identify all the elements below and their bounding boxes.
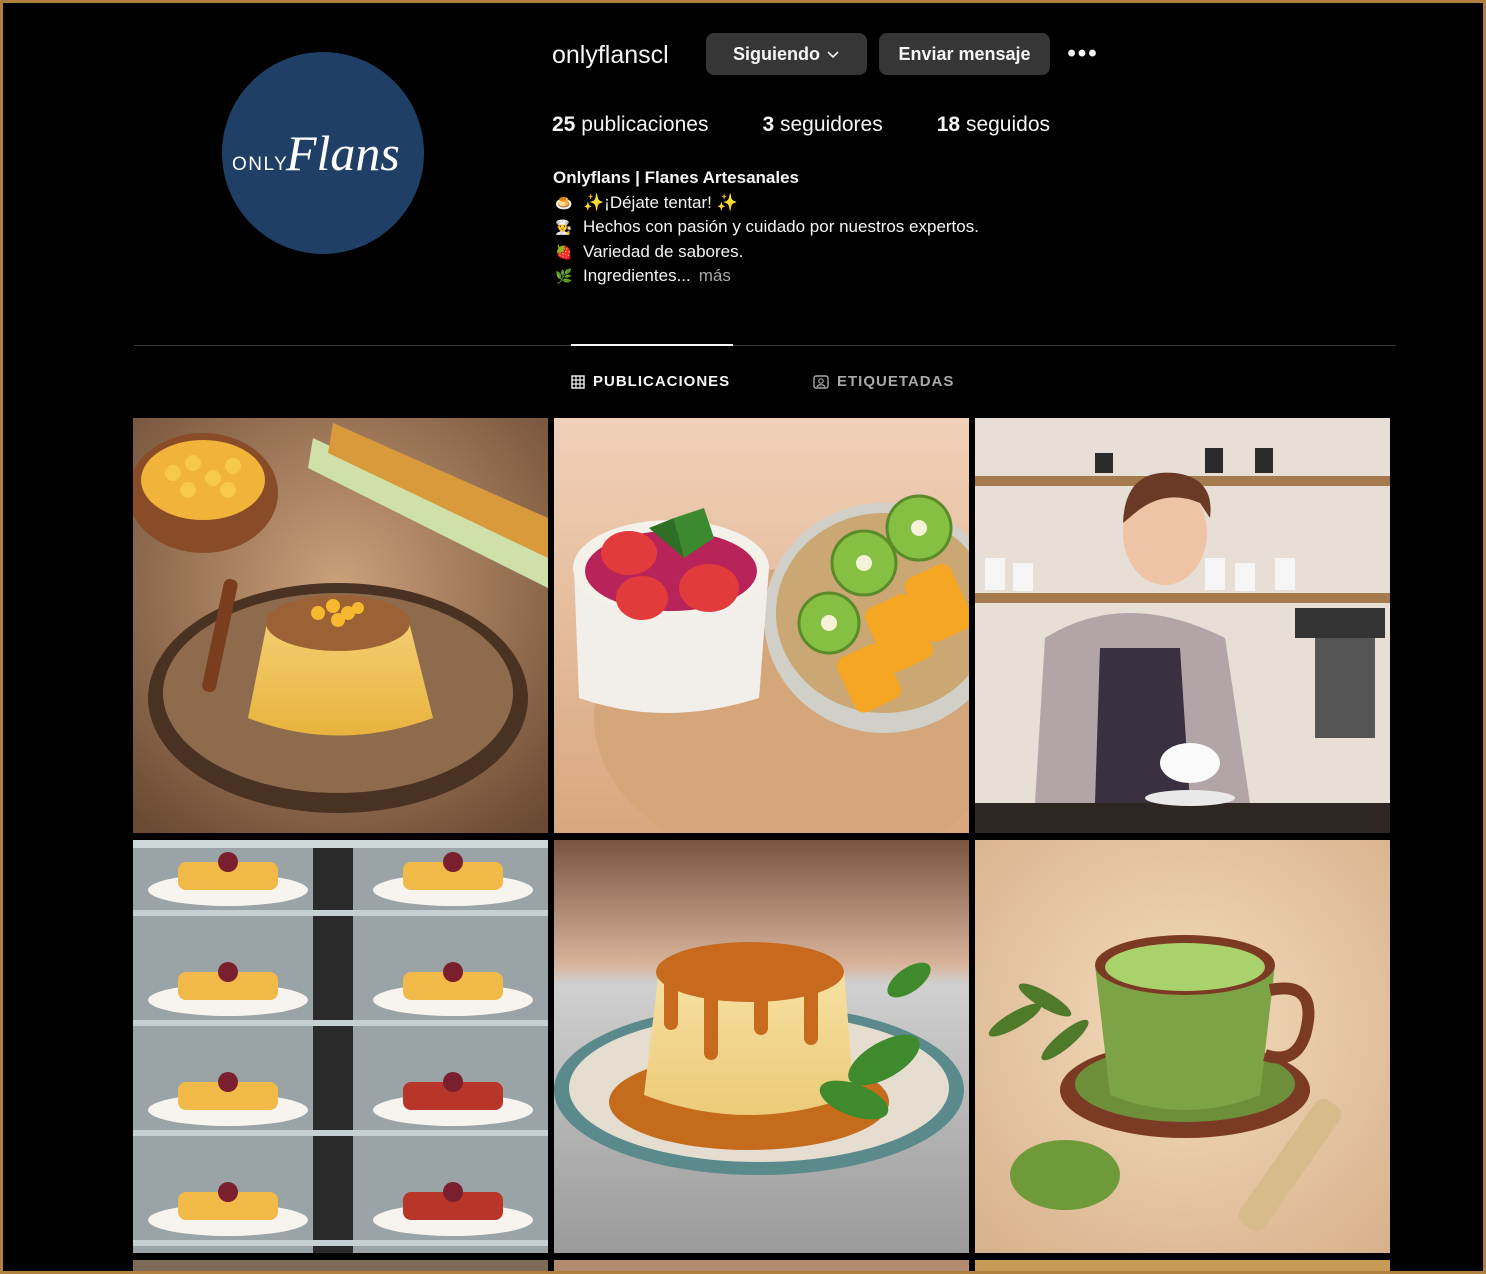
posts-stat: 25 publicaciones [552, 113, 708, 137]
bio-line-text: Ingredientes... [583, 266, 691, 285]
post-tile[interactable] [554, 1260, 969, 1271]
bio-more-link[interactable]: más [699, 264, 731, 289]
bio-line-text: ✨¡Déjate tentar! ✨ [583, 192, 738, 212]
post-tile[interactable] [554, 418, 969, 833]
post-tile[interactable] [975, 1260, 1390, 1271]
post-tile[interactable] [133, 1260, 548, 1271]
bio-line: 🍓 Variedad de sabores. [553, 240, 979, 265]
post-tile[interactable] [975, 418, 1390, 833]
flan-emoji-icon: 🍮 [555, 194, 573, 211]
bio-name: Onlyflans | Flanes Artesanales [553, 168, 800, 187]
profile-page: ONLY Flans onlyflanscl Siguiendo Enviar … [0, 0, 1486, 1274]
send-message-label: Enviar mensaje [898, 43, 1031, 64]
bio-line-text: Variedad de sabores. [583, 241, 744, 261]
caramel-flan-photo [554, 840, 969, 1253]
followers-stat[interactable]: 3 seguidores [762, 113, 882, 137]
posts-count: 25 [552, 113, 576, 136]
chef-emoji-icon: 👨‍🍳 [555, 219, 573, 235]
bio-line: 👨‍🍳 Hechos con pasión y cuidado por nues… [553, 215, 979, 240]
herb-emoji-icon: 🌿 [555, 268, 573, 284]
more-options-icon[interactable]: ••• [1065, 37, 1101, 71]
logo-script-text: Flans [285, 125, 400, 181]
tabs-divider [134, 345, 1396, 346]
followers-count: 3 [762, 113, 775, 136]
bio-line-text: Hechos con pasión y cuidado por nuestros… [583, 217, 979, 236]
following-label: seguidos [965, 113, 1050, 136]
matcha-cup-photo [975, 840, 1390, 1253]
barista-woman-photo [975, 418, 1390, 833]
flan-display-case-photo [133, 840, 548, 1253]
post-tile[interactable] [975, 840, 1390, 1253]
bio-line: 🌿 Ingredientes... más [553, 264, 979, 289]
grid-icon [571, 374, 585, 389]
strawberry-emoji-icon: 🍓 [555, 243, 573, 260]
profile-bio: Onlyflans | Flanes Artesanales 🍮 ✨¡Déjat… [553, 166, 979, 289]
posts-label: publicaciones [581, 113, 709, 136]
onlyflans-logo: ONLY Flans [232, 125, 400, 181]
post-tile[interactable] [554, 840, 969, 1253]
post-tile[interactable] [133, 840, 548, 1253]
corn-flan-photo [133, 418, 548, 833]
following-button[interactable]: Siguiendo [706, 33, 867, 75]
tab-posts[interactable]: PUBLICACIONES [571, 373, 730, 390]
post-tile[interactable] [133, 418, 548, 833]
following-button-label: Siguiendo [733, 43, 820, 64]
bio-line: 🍮 ✨¡Déjate tentar! ✨ [553, 191, 979, 216]
profile-stats: 25 publicaciones 3 seguidores 18 seguido… [552, 113, 1050, 137]
tab-tagged-label: ETIQUETADAS [837, 373, 955, 390]
active-tab-indicator [571, 344, 733, 346]
tag-person-icon [813, 374, 829, 389]
followers-label: seguidores [780, 113, 883, 136]
following-count: 18 [936, 113, 961, 136]
tab-tagged[interactable]: ETIQUETADAS [813, 373, 954, 390]
chevron-down-icon [827, 51, 839, 59]
logo-small-text: ONLY [232, 154, 288, 175]
profile-avatar[interactable]: ONLY Flans [222, 52, 424, 254]
following-stat[interactable]: 18 seguidos [937, 113, 1050, 137]
send-message-button[interactable]: Enviar mensaje [879, 33, 1050, 75]
berry-kiwi-mango-photo [554, 418, 969, 833]
profile-username: onlyflanscl [552, 41, 669, 69]
tab-posts-label: PUBLICACIONES [593, 373, 731, 390]
